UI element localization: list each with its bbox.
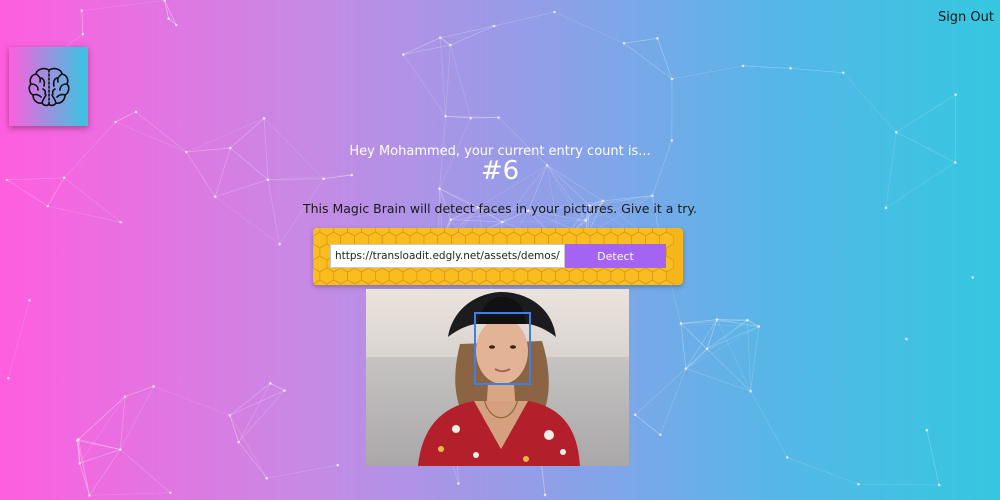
- entry-count-value: #6: [480, 156, 520, 186]
- image-url-form: Detect: [313, 228, 683, 285]
- brain-icon: [27, 67, 70, 106]
- intro-text: This Magic Brain will detect faces in yo…: [302, 201, 698, 216]
- image-url-input[interactable]: [330, 244, 565, 268]
- uploaded-photo: [366, 289, 629, 466]
- face-bounding-box: [474, 312, 531, 385]
- detect-button[interactable]: Detect: [565, 244, 666, 268]
- logo[interactable]: [9, 47, 88, 126]
- sign-out-link[interactable]: Sign Out: [938, 10, 994, 25]
